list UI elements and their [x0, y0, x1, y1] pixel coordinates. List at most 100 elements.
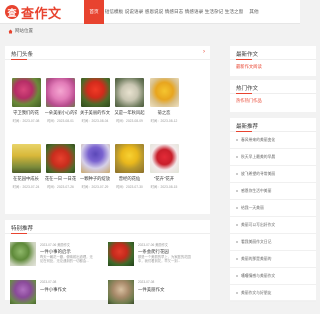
article-thumb[interactable] — [46, 78, 75, 107]
list-item-text[interactable]: 美丽的那是美丽的 — [241, 251, 271, 268]
article-card[interactable]: 关于美丽的作文 时间：2023-08-04 — [79, 78, 111, 138]
nav-home[interactable]: 首页 — [84, 0, 104, 24]
article-meta: 时间：2023-07-30 — [116, 184, 143, 189]
sidebar-hot-link[interactable]: 热作热门作品 — [230, 94, 316, 108]
sidebar-list-item[interactable]: 春风带来的美丽变化 — [230, 132, 316, 149]
bullet-icon — [236, 207, 238, 209]
list-item-text[interactable]: 美丽作文与好朋友 — [241, 285, 271, 302]
article-card[interactable]: 曾经的花仙 时间：2023-07-30 — [114, 144, 146, 204]
article-thumb[interactable] — [108, 242, 134, 266]
home-icon — [8, 29, 13, 33]
list-item-text[interactable]: 感恩你生活中美丽 — [241, 183, 271, 200]
list-item-text[interactable]: 放飞希望的寻常美丽 — [241, 166, 275, 183]
bullet-icon — [236, 190, 238, 192]
article-card[interactable]: 守卫我们的花 时间：2023-07-08 — [10, 78, 42, 138]
article-meta: 时间：2023-08-04 — [81, 118, 109, 123]
article-card[interactable]: 花在一日 一日花 时间：2023-07-26 — [45, 144, 77, 204]
article-thumb[interactable] — [11, 144, 41, 173]
breadcrumb-label[interactable]: 网站位置 — [15, 28, 33, 34]
sidebar-list: 最新推荐 春风带来的美丽变化 秋天早上最美的早晨 放飞希望的寻常美丽 感恩你生活… — [230, 118, 316, 302]
hot-title-text: 热门头条 — [11, 52, 34, 58]
article-title[interactable]: 又是一年秋风起 — [114, 110, 146, 116]
article-title[interactable]: 菊之恋 — [148, 110, 180, 116]
article-meta: 时间：2023-07-24 — [12, 184, 40, 189]
logo-text: 查作文 — [21, 5, 62, 21]
nav-other[interactable]: 其他 — [244, 0, 264, 24]
article-title[interactable]: 一朵美丽小心的花 — [45, 110, 77, 116]
list-item-text[interactable]: 春风带来的美丽变化 — [241, 132, 275, 149]
bullet-icon — [236, 241, 238, 243]
recommend-item[interactable]: 2023-07-06 美丽作文 一条会爬行花园 那是一个美丽的早上，为家庭的花园… — [108, 236, 196, 276]
list-item-text[interactable]: 美丽可以写出好作文 — [241, 217, 275, 234]
article-meta: 时间：2023-07-08 — [12, 118, 40, 123]
site-logo[interactable]: 查 查作文 — [5, 4, 62, 21]
article-title[interactable]: 花在一日 一日花 — [45, 176, 77, 182]
sidebar-hot: 热门作文 热作热门作品 — [230, 80, 316, 112]
nav-window[interactable]: 生活之窗 — [224, 0, 244, 24]
sidebar-list-item[interactable]: 美丽作文与好朋友 — [230, 285, 316, 302]
nav-quotes[interactable]: 说说语录 — [124, 0, 144, 24]
recommend-item[interactable]: 2023-07-06 美丽作文 一件小事的启示 昨天一朝花一瓣，便映射出道理，无… — [10, 236, 98, 276]
nav-life[interactable]: 生活杂记 — [204, 0, 224, 24]
article-title[interactable]: 关于美丽的作文 — [79, 110, 111, 116]
bullet-icon — [236, 156, 238, 158]
sidebar-latest-link[interactable]: 最新作文阅读 — [230, 60, 316, 74]
top-header: 查 查作文 首页 短信模板 说说语录 感恩说说 情感日志 情感语录 生活杂记 生… — [0, 0, 300, 24]
sidebar-list-item[interactable]: 放飞希望的寻常美丽 — [230, 166, 316, 183]
nav-diary[interactable]: 情感日志 — [164, 0, 184, 24]
list-item-text[interactable]: 看我美丽作文日记 — [241, 234, 271, 251]
article-card[interactable]: 菊之恋 时间：2023-08-12 — [148, 78, 180, 138]
bullet-icon — [236, 224, 238, 226]
sidebar-list-item[interactable]: 美丽可以写出好作文 — [230, 217, 316, 234]
article-thumb[interactable] — [80, 78, 110, 107]
bullet-icon — [236, 292, 238, 294]
main-nav: 首页 短信模板 说说语录 感恩说说 情感日志 情感语录 生活杂记 生活之窗 其他 — [84, 0, 264, 24]
article-title[interactable]: "花卉"花开 — [148, 176, 180, 182]
sidebar-list-item[interactable]: 美丽的那是美丽的 — [230, 251, 316, 268]
sidebar-list-item[interactable]: 秋天早上最美的早晨 — [230, 149, 316, 166]
article-title[interactable]: 一件小事作文 — [40, 287, 66, 293]
article-card[interactable]: 在花园中成长 时间：2023-07-24 — [10, 144, 42, 204]
article-card[interactable]: 一颗种子的绽放 时间：2023-07-29 — [79, 144, 111, 204]
article-thumb[interactable] — [80, 144, 110, 173]
article-thumb[interactable] — [10, 242, 36, 266]
sidebar-latest: 最新作文 最新作文阅读 — [230, 46, 316, 76]
article-thumb[interactable] — [11, 78, 41, 107]
article-title[interactable]: 一件美丽作文 — [138, 287, 164, 293]
article-card[interactable]: "花卉"花开 时间：2023-08-15 — [148, 144, 180, 204]
next-arrow-icon[interactable]: › — [203, 49, 205, 55]
sidebar-list-title: 最新推荐 — [230, 118, 316, 132]
article-title[interactable]: 一颗种子的绽放 — [79, 176, 111, 182]
recommend-title: 特别推荐 — [5, 220, 210, 234]
article-thumb[interactable] — [115, 78, 144, 107]
recommend-item[interactable]: 2023-07-08 一件小事作文 — [10, 274, 98, 314]
sidebar-list-item[interactable]: 看我美丽作文日记 — [230, 234, 316, 251]
article-card[interactable]: 又是一年秋风起 时间：2023-08-09 — [114, 78, 146, 138]
article-thumb[interactable] — [115, 144, 144, 173]
list-item-text[interactable]: 秋天早上最美的早晨 — [241, 149, 275, 166]
article-meta: 时间：2023-08-09 — [116, 118, 143, 123]
sidebar-list-item[interactable]: 嘈嘈情感与美丽作文 — [230, 268, 316, 285]
article-title[interactable]: 守卫我们的花 — [10, 110, 42, 116]
article-thumb[interactable] — [108, 280, 134, 304]
recommend-item[interactable]: 2023-07-08 一件美丽作文 — [108, 274, 196, 314]
sidebar-list-item[interactable]: 感恩你生活中美丽 — [230, 183, 316, 200]
article-title[interactable]: 曾经的花仙 — [114, 176, 146, 182]
article-thumb[interactable] — [46, 144, 75, 173]
article-meta: 时间：2023-08-12 — [150, 118, 178, 123]
article-meta: 时间：2023-08-01 — [47, 118, 74, 123]
article-meta: 时间：2023-08-15 — [150, 184, 178, 189]
article-thumb[interactable] — [149, 78, 179, 107]
article-date: 2023-07-08 — [40, 280, 57, 284]
article-meta: 时间：2023-07-26 — [47, 184, 74, 189]
sidebar-list-item[interactable]: 给我一天美丽 — [230, 200, 316, 217]
list-item-text[interactable]: 给我一天美丽 — [241, 200, 264, 217]
article-title[interactable]: 在花园中成长 — [10, 176, 42, 182]
list-item-text[interactable]: 嘈嘈情感与美丽作文 — [241, 268, 275, 285]
nav-thanks[interactable]: 感恩说说 — [144, 0, 164, 24]
article-card[interactable]: 一朵美丽小心的花 时间：2023-08-01 — [45, 78, 77, 138]
nav-emotion[interactable]: 情感语录 — [184, 0, 204, 24]
article-thumb[interactable] — [10, 280, 36, 304]
article-thumb[interactable] — [149, 144, 179, 173]
nav-sms[interactable]: 短信模板 — [104, 0, 124, 24]
